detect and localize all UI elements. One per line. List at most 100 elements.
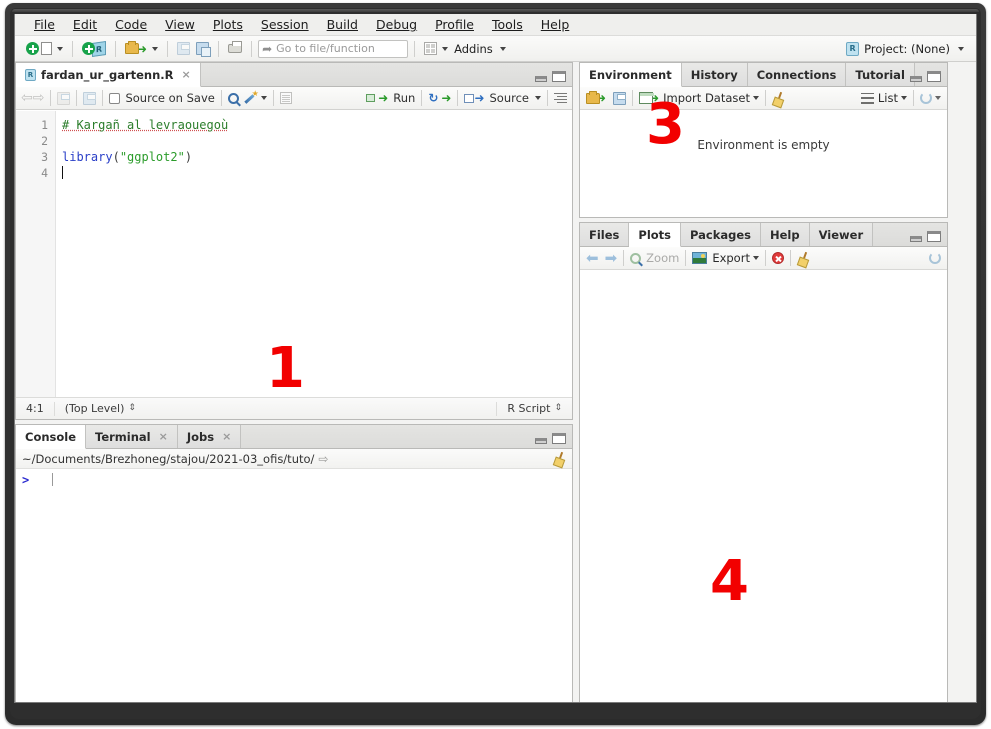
chevron-down-icon[interactable] [260, 96, 267, 100]
tab-connections[interactable]: Connections [747, 63, 847, 86]
project-selector[interactable]: R Project: (None) [846, 41, 968, 56]
menu-item-build[interactable]: Build [318, 15, 367, 34]
open-workspace-icon[interactable] [586, 90, 600, 104]
tab-viewer-label: Viewer [818, 227, 864, 242]
chevron-down-icon[interactable] [752, 256, 759, 260]
tab-files[interactable]: Files [580, 223, 630, 246]
save-icon[interactable] [83, 91, 97, 105]
remove-plot-icon[interactable] [771, 252, 784, 264]
zoom-icon[interactable] [630, 252, 642, 264]
scope-selector[interactable]: (Top Level) ⇕ [55, 398, 146, 419]
tab-console[interactable]: Console [16, 425, 87, 449]
print-button[interactable] [225, 38, 245, 59]
forward-arrow-icon[interactable]: ⇨ [33, 91, 45, 105]
broom-icon[interactable] [772, 92, 785, 105]
main-toolbar: R ➜ ➦ Go to file/function Addins R Proje… [15, 36, 976, 62]
console-window-controls [535, 433, 566, 444]
chevron-down-icon [958, 46, 964, 51]
close-icon[interactable]: × [222, 430, 231, 443]
menu-item-help[interactable]: Help [532, 15, 579, 34]
source-tab-fardan-ur-gartenn[interactable]: R fardan_ur_gartenn.R × [16, 63, 201, 87]
clear-all-plots-icon[interactable] [797, 252, 810, 265]
source-on-save-checkbox[interactable] [109, 92, 121, 104]
text-cursor [62, 166, 63, 179]
tab-viewer[interactable]: Viewer [809, 223, 874, 246]
save-all-button[interactable] [193, 38, 212, 59]
minimize-pane-icon[interactable] [910, 76, 922, 82]
menu-item-session[interactable]: Session [252, 15, 318, 34]
tab-packages[interactable]: Packages [681, 223, 761, 246]
tab-terminal[interactable]: Terminal × [86, 425, 178, 448]
chevron-down-icon[interactable] [752, 96, 759, 100]
source-toolbar: ⇦ ⇨ Source on Save ★ ➜ Run ↻ ➜ ➜ Source [16, 87, 572, 110]
menu-item-edit[interactable]: Edit [64, 15, 106, 34]
console-output[interactable]: > [16, 469, 572, 702]
tab-help[interactable]: Help [761, 223, 810, 246]
list-view-icon[interactable] [860, 92, 874, 104]
search-icon[interactable] [227, 92, 239, 104]
code-paren-close: ) [184, 150, 193, 164]
tab-history[interactable]: History [681, 63, 748, 86]
menu-item-tools[interactable]: Tools [483, 15, 532, 34]
source-label: Source [489, 91, 530, 105]
maximize-pane-icon[interactable] [552, 71, 566, 82]
previous-plot-icon[interactable]: ⬅ [586, 250, 599, 266]
tab-tutorial[interactable]: Tutorial [846, 63, 915, 86]
menu-item-tools-label: Tools [491, 17, 523, 32]
tab-jobs[interactable]: Jobs × [177, 425, 242, 448]
open-in-files-icon[interactable]: ⇨ [318, 452, 328, 466]
goto-file-function-input[interactable]: ➦ Go to file/function [258, 39, 409, 58]
menu-item-profile[interactable]: Profile [426, 15, 483, 34]
close-icon[interactable]: × [182, 68, 191, 81]
goto-file-placeholder: Go to file/function [276, 42, 375, 55]
show-in-new-window-icon[interactable] [57, 91, 71, 105]
minimize-pane-icon[interactable] [535, 438, 547, 444]
run-button[interactable]: ➜ Run [366, 91, 415, 105]
filetype-selector[interactable]: R Script ⇕ [497, 398, 572, 419]
refresh-icon[interactable] [929, 252, 941, 264]
minimize-pane-icon[interactable] [535, 76, 547, 82]
code-tools-icon[interactable] [245, 89, 259, 105]
maximize-pane-icon[interactable] [927, 71, 941, 82]
tab-environment[interactable]: Environment [580, 63, 682, 87]
next-plot-icon[interactable]: ➡ [605, 250, 618, 266]
broom-icon[interactable] [553, 452, 566, 465]
menu-item-code[interactable]: Code [106, 15, 156, 34]
tab-plots[interactable]: Plots [629, 223, 682, 247]
new-file-button[interactable] [23, 38, 66, 59]
workspace-panes-button[interactable] [421, 38, 451, 59]
menu-item-view[interactable]: View [156, 15, 204, 34]
project-label: Project: (None) [864, 41, 950, 56]
document-outline-icon[interactable] [279, 92, 292, 104]
zoom-label[interactable]: Zoom [646, 251, 679, 265]
environment-view-mode-label[interactable]: List [878, 91, 898, 105]
re-run-icon: ↻ [428, 91, 439, 105]
menu-item-plots[interactable]: Plots [204, 15, 252, 34]
code-line-4 [62, 165, 572, 181]
new-project-button[interactable]: R [79, 38, 109, 59]
refresh-icon[interactable] [920, 92, 932, 104]
source-button[interactable]: ➜ Source [464, 91, 541, 105]
rerun-button[interactable]: ↻ ➜ [428, 91, 451, 105]
save-button[interactable] [174, 38, 193, 59]
maximize-pane-icon[interactable] [927, 231, 941, 242]
export-label[interactable]: Export [712, 251, 750, 265]
addins-button[interactable]: Addins [451, 38, 509, 59]
menu-item-debug[interactable]: Debug [367, 15, 426, 34]
save-all-icon [196, 42, 212, 57]
close-icon[interactable]: × [159, 430, 168, 443]
show-document-outline-icon[interactable] [554, 92, 567, 104]
minimize-pane-icon[interactable] [910, 236, 922, 242]
menu-item-file[interactable]: File [25, 15, 64, 34]
console-prompt: > [22, 473, 30, 487]
code-lines[interactable]: # Kargañ al levraouegoù library("ggplot2… [56, 111, 572, 397]
chevron-down-icon[interactable] [935, 96, 941, 100]
open-file-button[interactable]: ➜ [122, 38, 161, 59]
chevron-down-icon[interactable] [901, 96, 907, 100]
chevron-down-icon[interactable] [535, 96, 541, 100]
maximize-pane-icon[interactable] [552, 433, 566, 444]
back-arrow-icon[interactable]: ⇦ [21, 91, 33, 105]
save-workspace-icon[interactable] [613, 91, 627, 105]
goto-arrow-icon: ➦ [262, 41, 273, 56]
